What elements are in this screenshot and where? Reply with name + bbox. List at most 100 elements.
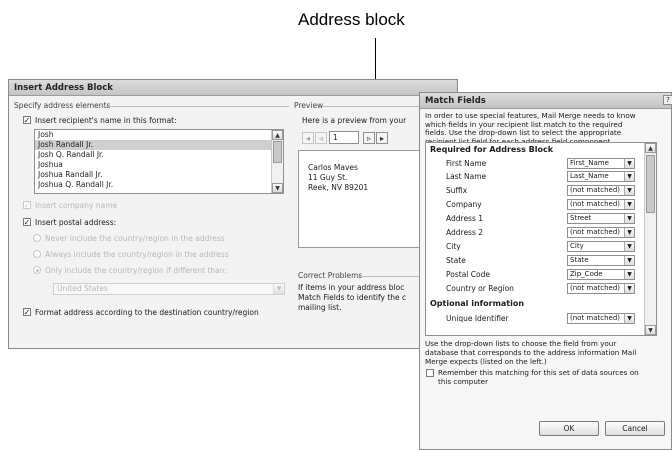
field-label: Last Name	[446, 172, 487, 181]
field-select[interactable]: First_Name ▼	[567, 158, 635, 169]
specify-group-label: Specify address elements	[14, 101, 111, 110]
chevron-down-icon[interactable]: ▼	[624, 200, 634, 209]
list-item[interactable]: Josh Q. Randall Jr.	[35, 150, 283, 160]
list-item[interactable]: Josh	[35, 130, 283, 140]
text-line: mailing list.	[298, 303, 342, 312]
dialog-title: Match Fields	[420, 93, 671, 109]
specify-group-divider	[101, 106, 289, 107]
field-select[interactable]: Last_Name ▼	[567, 171, 635, 182]
field-select[interactable]: Street ▼	[567, 213, 635, 224]
field-value: Street	[570, 214, 592, 222]
field-table-scrollbar[interactable]: ▲ ▼	[644, 143, 656, 335]
preview-hint: Here is a preview from your	[302, 116, 407, 125]
chevron-down-icon[interactable]: ▼	[624, 159, 634, 168]
insert-postal-label: Insert postal address:	[35, 218, 117, 227]
ok-button[interactable]: OK	[539, 421, 599, 436]
insert-name-checkbox[interactable]: ✓	[23, 116, 31, 124]
dialog-title: Insert Address Block	[9, 80, 457, 96]
text-line: this computer	[438, 377, 489, 386]
list-item-selected[interactable]: Josh Randall Jr.	[35, 140, 283, 150]
radio-never-label: Never include the country/region in the …	[45, 234, 225, 243]
insert-address-block-dialog: Insert Address Block Specify address ele…	[8, 79, 458, 349]
chevron-down-icon[interactable]: ▼	[624, 270, 634, 279]
field-label: State	[446, 256, 466, 265]
chevron-down-icon[interactable]: ▼	[624, 214, 634, 223]
field-select[interactable]: (not matched) ▼	[567, 283, 635, 294]
last-record-icon[interactable]: ▸	[376, 132, 388, 144]
field-select[interactable]: State ▼	[567, 255, 635, 266]
record-number-input[interactable]: 1	[329, 131, 359, 144]
cancel-button[interactable]: Cancel	[605, 421, 665, 436]
insert-name-label: Insert recipient's name in this format:	[35, 116, 177, 125]
radio-never[interactable]	[33, 234, 41, 242]
field-value: (not matched)	[570, 284, 621, 292]
next-record-icon[interactable]: ▹	[363, 132, 375, 144]
first-record-icon[interactable]: ◂	[302, 132, 314, 144]
chevron-down-icon[interactable]: ▼	[624, 172, 634, 181]
radio-only-if-different[interactable]	[33, 266, 41, 274]
text-line: Merge expects (listed on the left.)	[425, 357, 547, 366]
radio-always-label: Always include the country/region in the…	[45, 250, 229, 259]
chevron-down-icon[interactable]: ▼	[624, 242, 634, 251]
field-select[interactable]: (not matched) ▼	[567, 185, 635, 196]
remember-matching-label: Remember this matching for this set of d…	[438, 368, 639, 386]
chevron-down-icon[interactable]: ▼	[273, 284, 284, 294]
insert-postal-checkbox[interactable]: ✓	[23, 218, 31, 226]
callout-address-block: Address block	[298, 10, 405, 29]
match-fields-intro: In order to use special features, Mail M…	[425, 111, 636, 146]
field-label: Country or Region	[446, 284, 514, 293]
field-select[interactable]: Zip_Code ▼	[567, 269, 635, 280]
radio-always[interactable]	[33, 250, 41, 258]
format-address-checkbox[interactable]: ✓	[23, 308, 31, 316]
chevron-down-icon[interactable]: ▼	[624, 256, 634, 265]
field-value: (not matched)	[570, 228, 621, 236]
list-item[interactable]: Joshua	[35, 160, 283, 170]
country-value: United States	[57, 284, 108, 293]
scroll-thumb[interactable]	[273, 141, 282, 163]
radio-only-label: Only include the country/region if diffe…	[45, 266, 228, 275]
preview-line: 11 Guy St.	[308, 173, 348, 182]
text-line: Remember this matching for this set of d…	[438, 368, 639, 377]
correct-problems-label: Correct Problems	[298, 271, 363, 280]
name-list-scrollbar[interactable]: ▲ ▼	[271, 130, 283, 193]
chevron-down-icon[interactable]: ▼	[624, 228, 634, 237]
field-value: City	[570, 242, 584, 250]
required-header: Required for Address Block	[430, 145, 554, 154]
field-select[interactable]: (not matched) ▼	[567, 313, 635, 324]
match-fields-footer: Use the drop-down lists to choose the fi…	[425, 339, 636, 366]
chevron-down-icon[interactable]: ▼	[624, 314, 634, 323]
field-value: First_Name	[570, 159, 609, 167]
country-select[interactable]: United States ▼	[53, 283, 285, 295]
field-select[interactable]: City ▼	[567, 241, 635, 252]
preview-group-label: Preview	[294, 101, 324, 110]
field-label: Address 1	[446, 214, 484, 223]
insert-company-checkbox[interactable]: ✓	[23, 201, 31, 209]
scroll-thumb[interactable]	[646, 155, 655, 213]
scroll-up-icon[interactable]: ▲	[272, 130, 283, 140]
name-format-list[interactable]: Josh Josh Randall Jr. Josh Q. Randall Jr…	[34, 129, 284, 194]
preview-line: Carlos Maves	[308, 163, 358, 172]
field-label: Suffix	[446, 186, 468, 195]
previous-record-icon[interactable]: ◃	[315, 132, 327, 144]
scroll-down-icon[interactable]: ▼	[272, 183, 283, 193]
field-select[interactable]: (not matched) ▼	[567, 199, 635, 210]
field-value: (not matched)	[570, 186, 621, 194]
field-label: City	[446, 242, 461, 251]
list-item[interactable]: Joshua Q. Randall Jr.	[35, 180, 283, 190]
list-item[interactable]: Joshua Randall Jr.	[35, 170, 283, 180]
field-value: (not matched)	[570, 314, 621, 322]
chevron-down-icon[interactable]: ▼	[624, 284, 634, 293]
field-select[interactable]: (not matched) ▼	[567, 227, 635, 238]
text-line: database that corresponds to the address…	[425, 348, 637, 357]
remember-matching-checkbox[interactable]	[426, 369, 434, 377]
help-icon[interactable]: ?	[663, 95, 672, 105]
chevron-down-icon[interactable]: ▼	[624, 186, 634, 195]
field-label: First Name	[446, 159, 487, 168]
correct-problems-text: If items in your address bloc Match Fiel…	[298, 283, 406, 313]
scroll-up-icon[interactable]: ▲	[645, 143, 656, 153]
optional-header: Optional information	[430, 299, 525, 308]
scroll-down-icon[interactable]: ▼	[645, 325, 656, 335]
text-line: Match Fields to identify the c	[298, 293, 407, 302]
field-label: Unique Identifier	[446, 314, 509, 323]
format-address-label: Format address according to the destinat…	[35, 308, 259, 317]
